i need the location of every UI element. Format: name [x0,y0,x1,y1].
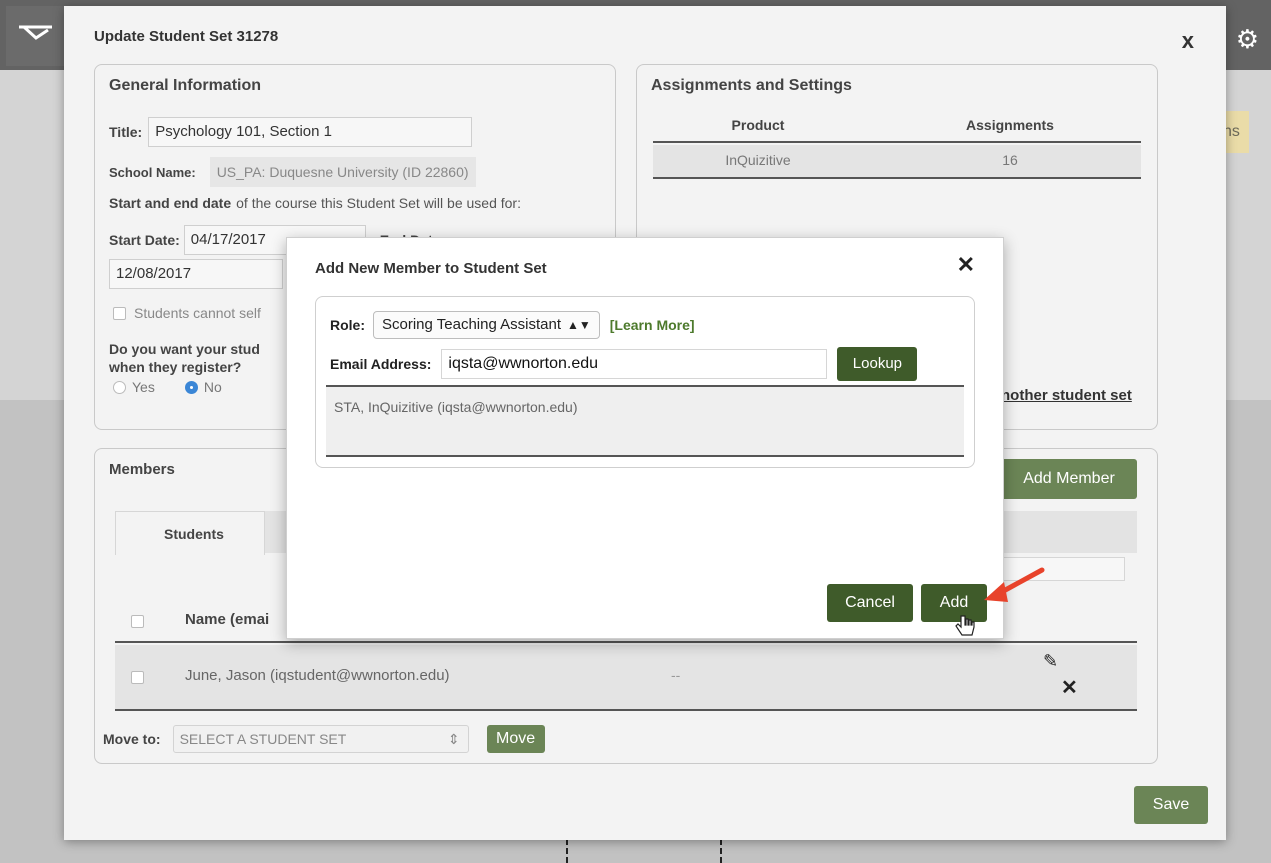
bird-logo-icon [19,25,52,40]
learn-more-link[interactable]: [Learn More] [610,317,695,333]
modal-title: Update Student Set 31278 [94,28,279,45]
start-end-date-description: of the course this Student Set will be u… [236,195,521,211]
dialog-title: Add New Member to Student Set [315,260,547,277]
members-heading: Members [109,461,175,478]
delete-x-icon[interactable]: ✕ [1061,675,1078,700]
role-label: Role: [330,317,365,333]
copy-student-set-link[interactable]: nother student set [1001,387,1132,404]
self-register-checkbox[interactable] [113,306,126,320]
cancel-button[interactable]: Cancel [827,584,913,622]
add-member-button[interactable]: Add Member [1001,459,1137,499]
table-row[interactable]: June, Jason (iqstudent@wwnorton.edu) -- … [115,645,1137,711]
hand-cursor-icon [955,615,975,636]
edit-pencil-icon[interactable]: ✎ [1043,651,1058,672]
modal-close-icon[interactable]: x [1182,28,1194,54]
email-label: Email Address: [330,356,432,372]
select-all-checkbox[interactable] [131,615,144,628]
end-date-input[interactable]: 12/08/2017 [109,259,283,289]
school-name-label: School Name: [109,164,196,180]
add-member-dialog: Add New Member to Student Set ✕ Role: Sc… [286,237,1004,639]
assignments-settings-heading: Assignments and Settings [651,77,852,94]
lookup-button[interactable]: Lookup [837,347,918,381]
name-column-header: Name (emai [185,611,270,628]
assignments-table-header: Product Assignments [653,115,1141,143]
dashed-divider [720,839,722,863]
dashed-divider [566,839,568,863]
settings-gear-icon[interactable]: ⚙ [1236,24,1259,55]
member-name: June, Jason (iqstudent@wwnorton.edu) [185,667,450,684]
start-date-label: Start Date: [109,232,180,248]
product-column-header: Product [731,117,785,133]
role-select-value: Scoring Teaching Assistant [382,316,561,333]
save-button[interactable]: Save [1134,786,1208,824]
lookup-result-text: STA, InQuizitive (iqsta@wwnorton.edu) [334,399,578,415]
select-arrows-icon: ⇕ [447,731,460,747]
dialog-close-icon[interactable]: ✕ [957,252,975,278]
yes-radio[interactable] [113,380,126,394]
app-logo[interactable] [6,6,66,66]
tab-students[interactable]: Students [115,511,265,555]
move-to-label: Move to: [103,731,161,747]
move-to-select[interactable]: SELECT A STUDENT SET ⇕ [172,725,469,753]
assignments-count-cell: 16 [1002,152,1018,168]
lookup-result: STA, InQuizitive (iqsta@wwnorton.edu) [326,385,964,457]
no-label: No [203,379,222,395]
select-arrows-icon: ▲▼ [567,318,591,332]
member-value: -- [671,667,681,683]
table-row[interactable]: InQuizitive 16 [653,145,1141,179]
title-label: Title: [109,124,143,140]
register-question: Do you want your stud [109,341,260,357]
product-cell: InQuizitive [725,152,791,168]
assignments-column-header: Assignments [966,117,1054,133]
dialog-form-box: Role: Scoring Teaching Assistant ▲▼ [Lea… [315,296,975,468]
move-to-select-value: SELECT A STUDENT SET [179,731,347,747]
yes-label: Yes [132,379,155,395]
title-input[interactable]: Psychology 101, Section 1 [148,117,473,147]
self-register-label: Students cannot self [134,305,261,321]
no-radio[interactable] [184,380,198,394]
annotation-arrow-icon [984,567,1045,602]
register-question-cont: when they register? [109,359,242,375]
school-name-field: US_PA: Duquesne University (ID 22860) [209,157,476,187]
move-button[interactable]: Move [486,725,545,753]
start-end-date-heading: Start and end date [109,195,232,211]
row-checkbox[interactable] [131,671,144,684]
email-input[interactable]: iqsta@wwnorton.edu [441,349,828,379]
general-information-heading: General Information [109,77,262,94]
role-select[interactable]: Scoring Teaching Assistant ▲▼ [373,311,600,339]
